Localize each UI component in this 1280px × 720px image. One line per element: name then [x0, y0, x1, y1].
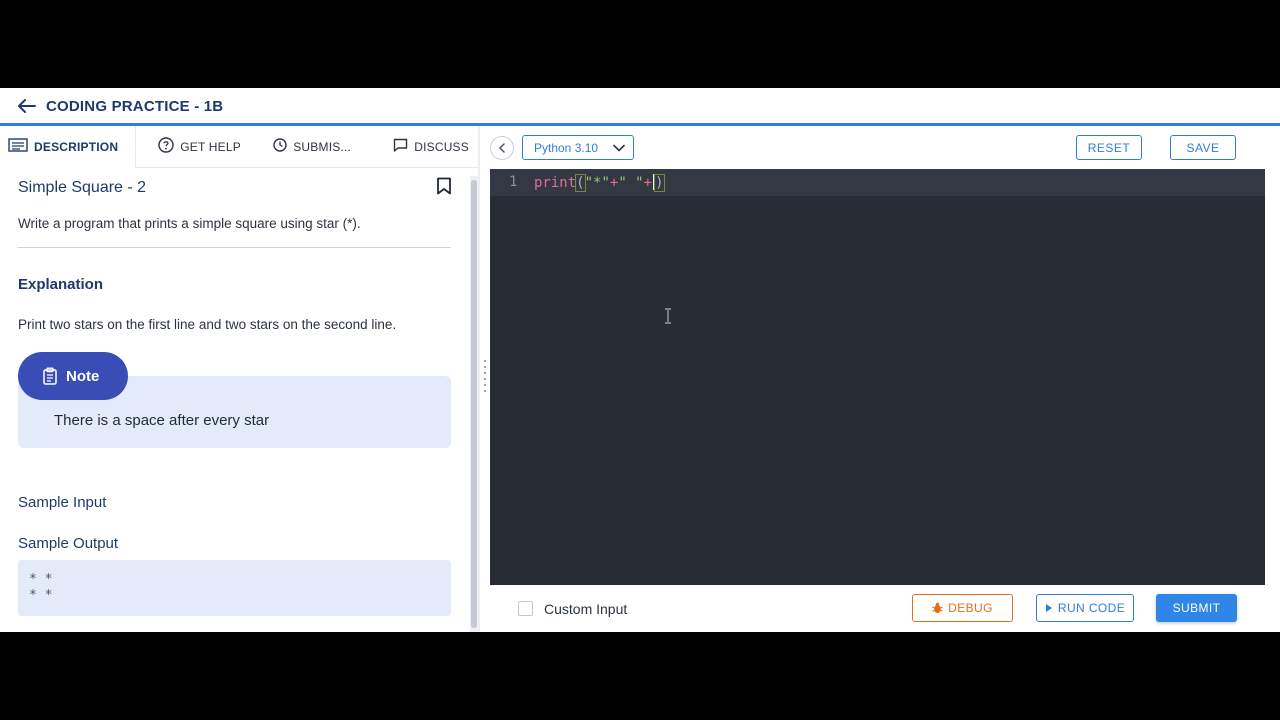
tab-description-label: DESCRIPTION — [34, 139, 119, 154]
play-icon — [1045, 603, 1058, 613]
header: CODING PRACTICE - 1B — [0, 88, 1280, 124]
code-line[interactable]: print("*"+" "+) — [534, 174, 665, 192]
clock-icon — [273, 138, 293, 155]
description-icon — [8, 138, 34, 155]
code-token-paren: ( — [575, 174, 586, 192]
explanation-heading: Explanation — [18, 276, 104, 293]
sample-output-box: * * * * — [18, 560, 451, 616]
chevron-down-icon — [613, 144, 625, 152]
line-number: 1 — [509, 174, 518, 190]
problem-title: Simple Square - 2 — [18, 179, 147, 196]
clipboard-icon — [42, 367, 58, 385]
language-select[interactable]: Python 3.10 — [522, 135, 634, 160]
app: CODING PRACTICE - 1B DESCRIPTION GET HEL… — [0, 88, 1280, 632]
save-button[interactable]: SAVE — [1170, 135, 1236, 160]
code-token-function: print — [534, 175, 577, 191]
custom-input-label[interactable]: Custom Input — [544, 601, 627, 617]
note-badge: Note — [18, 352, 128, 400]
sample-output-line: * * — [29, 572, 53, 587]
resize-handle[interactable] — [483, 358, 487, 394]
run-code-button[interactable]: RUN CODE — [1036, 594, 1134, 622]
panel-divider — [478, 126, 480, 632]
collapse-panel-button[interactable] — [490, 136, 514, 160]
sample-output-line: * * — [29, 588, 53, 603]
sample-output-heading: Sample Output — [18, 535, 119, 552]
custom-input-checkbox[interactable] — [518, 601, 533, 616]
explanation-text: Print two stars on the first line and tw… — [18, 317, 397, 332]
sample-input-heading: Sample Input — [18, 494, 107, 511]
code-editor[interactable]: 1 print("*"+" "+) — [490, 169, 1265, 585]
problem-statement: Write a program that prints a simple squ… — [18, 216, 361, 231]
debug-button[interactable]: DEBUG — [912, 594, 1013, 622]
arrow-left-icon[interactable] — [18, 96, 38, 116]
tab-discuss[interactable]: DISCUSS — [371, 126, 469, 168]
description-scroll-thumb[interactable] — [471, 180, 477, 628]
tab-get-help[interactable]: GET HELP — [136, 126, 251, 168]
tab-submissions[interactable]: SUBMIS... — [251, 126, 371, 168]
note-text: There is a space after every star — [54, 412, 270, 429]
bug-icon — [932, 602, 948, 614]
divider — [18, 247, 451, 248]
code-token-string: " " — [618, 175, 644, 191]
problem-tabs: DESCRIPTION GET HELP SUBMIS... DISCUSS — [0, 125, 480, 168]
bookmark-icon[interactable] — [436, 177, 452, 200]
reset-button[interactable]: RESET — [1076, 135, 1142, 160]
debug-label: DEBUG — [948, 601, 993, 615]
submit-button[interactable]: SUBMIT — [1156, 594, 1237, 622]
code-token-string: "*" — [584, 175, 610, 191]
tab-description[interactable]: DESCRIPTION — [0, 125, 137, 168]
page-title: CODING PRACTICE - 1B — [46, 97, 224, 115]
chevron-left-icon — [498, 143, 506, 153]
code-token-operator: + — [643, 175, 653, 191]
note-label: Note — [66, 367, 100, 385]
chat-icon — [393, 138, 414, 155]
tab-get-help-label: GET HELP — [180, 139, 241, 154]
ibeam-cursor-icon — [664, 308, 672, 329]
description-panel: Simple Square - 2 Write a program that p… — [0, 168, 470, 632]
tab-discuss-label: DISCUSS — [414, 139, 469, 154]
tab-submissions-label: SUBMIS... — [293, 139, 352, 154]
language-value: Python 3.10 — [534, 140, 599, 155]
help-circle-icon — [158, 137, 180, 156]
code-token-paren: ) — [654, 174, 665, 192]
run-code-label: RUN CODE — [1057, 601, 1126, 615]
